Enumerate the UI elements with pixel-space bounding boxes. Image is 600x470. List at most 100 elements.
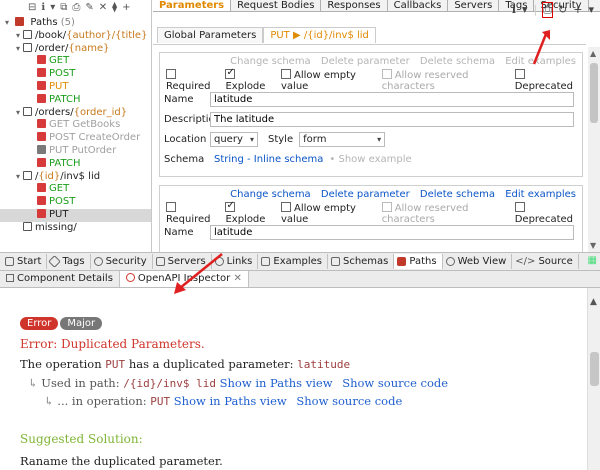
add-icon[interactable]: + xyxy=(122,1,130,15)
chevron-down-icon[interactable]: ▾ xyxy=(13,30,23,43)
edit-icon[interactable]: ✎ xyxy=(85,1,93,15)
explode-checkbox[interactable]: Explode xyxy=(225,67,271,92)
tree-path-node[interactable]: ▾/orders/{order_id} xyxy=(0,106,151,120)
view-tab-schemas[interactable]: Schemas xyxy=(328,254,395,269)
style-select[interactable]: form ▾ xyxy=(299,131,386,147)
tree-operation-node[interactable]: POST xyxy=(0,196,151,209)
required-checkbox[interactable]: Required xyxy=(166,201,215,225)
add-icon[interactable]: + xyxy=(573,3,582,17)
chevron-down-icon: ▾ xyxy=(377,134,382,144)
delete-schema-link[interactable]: Delete schema xyxy=(420,56,495,67)
chevron-down-icon[interactable]: ▾ xyxy=(13,107,23,120)
editor-scrollbar[interactable]: ▲ ▼ xyxy=(588,47,600,252)
info-icon[interactable]: ℹ xyxy=(41,1,45,15)
dropdown-icon[interactable]: ▾ xyxy=(588,3,594,17)
view-tab-examples[interactable]: Examples xyxy=(258,254,328,269)
edit-examples-link[interactable]: Edit examples xyxy=(505,56,576,67)
delete-schema-link[interactable]: Delete schema xyxy=(420,189,495,200)
links-icon xyxy=(214,257,224,266)
tree-path-node[interactable]: missing/ xyxy=(0,221,151,235)
name-field[interactable] xyxy=(210,224,574,240)
explode-checkbox[interactable]: Explode xyxy=(225,200,271,225)
description-label: Description xyxy=(164,113,221,125)
tab-parameters[interactable]: Parameters xyxy=(153,0,232,11)
layout-icon[interactable]: ▦ xyxy=(588,255,597,266)
dropdown-icon[interactable]: ▾ xyxy=(522,3,528,17)
print-icon[interactable]: ⎙ xyxy=(72,1,80,15)
path-icon xyxy=(23,42,32,52)
tab-servers[interactable]: Servers xyxy=(448,0,500,11)
tab-request-bodies[interactable]: Request Bodies xyxy=(231,0,322,11)
chevron-down-icon[interactable]: ▾ xyxy=(13,43,23,56)
delete-parameter-link[interactable]: Delete parameter xyxy=(321,189,410,200)
tree-path-node[interactable]: ▾/order/{name} xyxy=(0,42,151,56)
view-tab-links[interactable]: Links xyxy=(212,254,259,269)
tree-operation-node[interactable]: PUT xyxy=(0,208,151,222)
view-tab-source[interactable]: </> Source xyxy=(512,254,579,269)
tree-operation-node[interactable]: POST CreateOrder xyxy=(0,132,151,145)
tree-operation-node[interactable]: GET xyxy=(0,183,151,196)
print-icon[interactable]: ⎙ xyxy=(542,2,554,18)
scroll-down-icon[interactable]: ▼ xyxy=(590,241,596,250)
crumb-operation[interactable]: PUT ▶ /{id}/inv$ lid xyxy=(263,27,376,43)
description-field[interactable] xyxy=(210,111,574,127)
tree-operation-node[interactable]: POST xyxy=(0,68,151,81)
chevron-down-icon[interactable]: ▾ xyxy=(13,171,23,184)
inspector-panel: Component Details OpenAPI Inspector ✕ Er… xyxy=(0,271,600,470)
collapse-all-icon[interactable]: ⊟ xyxy=(28,1,36,15)
location-select[interactable]: query ▾ xyxy=(210,131,258,147)
change-schema-link[interactable]: Change schema xyxy=(230,189,311,200)
delete-parameter-link[interactable]: Delete parameter xyxy=(321,56,410,67)
parameter-flags: Required Explode Allow empty value Allow… xyxy=(160,67,582,92)
copy-icon[interactable]: ⧉ xyxy=(60,1,67,15)
edit-examples-link[interactable]: Edit examples xyxy=(505,189,576,200)
tree-operation-node[interactable]: PUT xyxy=(0,80,151,94)
view-tab-web-view[interactable]: Web View xyxy=(443,254,513,269)
name-field[interactable] xyxy=(210,91,574,107)
change-schema-link[interactable]: Change schema xyxy=(230,56,311,67)
deprecated-checkbox[interactable]: Deprecated xyxy=(514,201,576,225)
chevron-down-icon[interactable]: ▾ xyxy=(2,17,12,30)
tree-operation-node[interactable]: GET xyxy=(0,55,151,68)
tab-responses[interactable]: Responses xyxy=(321,0,388,11)
tab-openapi-inspector[interactable]: OpenAPI Inspector ✕ xyxy=(119,271,249,287)
scroll-up-icon[interactable]: ▲ xyxy=(590,49,596,58)
tree-operation-node[interactable]: PATCH xyxy=(0,157,151,171)
required-checkbox[interactable]: Required xyxy=(166,68,215,92)
tree-path-node[interactable]: ▾/book/{author}/{title} xyxy=(0,29,151,43)
info-icon[interactable]: ℹ xyxy=(512,3,516,17)
show-example-link[interactable]: • Show example xyxy=(329,154,411,165)
show-in-paths-view-link[interactable]: Show in Paths view xyxy=(174,394,287,408)
tab-component-details[interactable]: Component Details xyxy=(0,271,120,287)
view-tab-paths[interactable]: Paths xyxy=(394,254,443,269)
scroll-thumb[interactable] xyxy=(590,63,598,123)
show-source-code-link[interactable]: Show source code xyxy=(296,394,402,408)
allow-empty-value-checkbox[interactable]: Allow empty value xyxy=(281,201,372,225)
allow-empty-value-checkbox[interactable]: Allow empty value xyxy=(281,68,372,92)
operation-icon xyxy=(37,132,46,142)
show-source-code-link[interactable]: Show source code xyxy=(342,376,448,390)
tree-operation-node[interactable]: PATCH xyxy=(0,93,151,107)
schema-link[interactable]: String - Inline schema xyxy=(214,154,323,165)
tab-callbacks[interactable]: Callbacks xyxy=(388,0,449,11)
tree-operation-node[interactable]: PUT PutOrder xyxy=(0,144,151,158)
inspector-scrollbar[interactable]: ▲ xyxy=(587,288,600,470)
dropdown-icon[interactable]: ▾ xyxy=(50,1,55,15)
tree-operation-node[interactable]: GET GetBooks xyxy=(0,119,151,132)
view-tab-start[interactable]: Start xyxy=(2,254,48,269)
view-tab-security[interactable]: Security xyxy=(91,254,153,269)
deprecated-checkbox[interactable]: Deprecated xyxy=(514,68,576,92)
delete-icon[interactable]: ✕ xyxy=(99,1,107,15)
error-description: The operation PUT has a duplicated param… xyxy=(20,357,351,371)
crumb-global-parameters[interactable]: Global Parameters xyxy=(157,27,264,43)
scroll-thumb[interactable] xyxy=(590,352,599,386)
tree-root-paths[interactable]: ▾ Paths (5) xyxy=(0,17,151,30)
scroll-up-icon[interactable]: ▲ xyxy=(590,297,597,307)
refresh-icon[interactable]: ↻ xyxy=(558,3,567,17)
show-in-paths-view-link[interactable]: Show in Paths view xyxy=(220,376,333,390)
view-tab-servers[interactable]: Servers xyxy=(153,254,212,269)
name-label: Name xyxy=(164,93,194,105)
pin-icon[interactable]: ⧫ xyxy=(112,1,117,15)
view-tab-tags[interactable]: Tags xyxy=(47,254,91,269)
tree-path-node[interactable]: ▾/{id}/inv$ lid xyxy=(0,170,151,184)
